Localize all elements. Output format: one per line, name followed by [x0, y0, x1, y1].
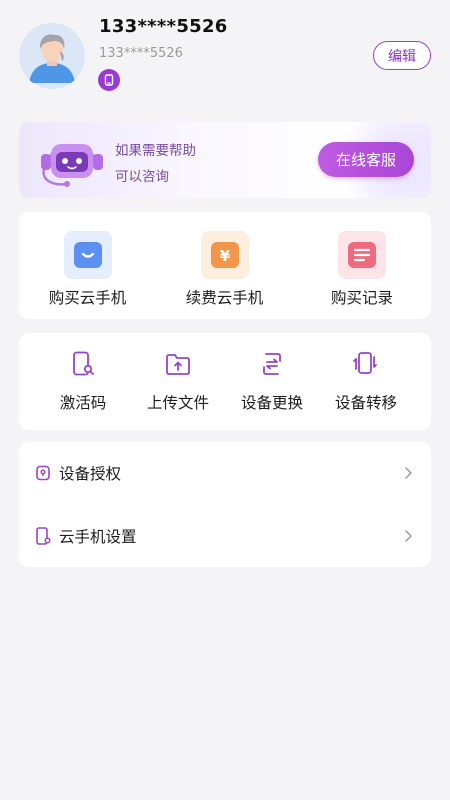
account-id: 133****5526 [99, 46, 183, 61]
device-badge [98, 69, 120, 91]
profile-header: 133****5526 133****5526 编辑 [0, 0, 450, 110]
renew-cloud-phone-label: 续费云手机 [185, 289, 264, 307]
buy-cloud-phone-label: 购买云手机 [48, 289, 127, 307]
upload-folder-icon [164, 350, 192, 378]
activation-code-icon [69, 350, 97, 378]
renew-cloud-phone-item[interactable]: ¥ 续费云手机 [156, 212, 293, 319]
username: 133****5526 [99, 16, 228, 37]
device-replace-item[interactable]: 设备更换 [227, 333, 317, 430]
svg-text:¥: ¥ [219, 247, 230, 265]
online-service-card: 如果需要帮助 可以咨询 在线客服 [19, 122, 431, 198]
cloud-phone-settings-row[interactable]: 云手机设置 [19, 505, 431, 567]
phone-settings-icon [34, 527, 52, 545]
purchase-records-item[interactable]: 购买记录 [293, 212, 431, 319]
online-service-button[interactable]: 在线客服 [318, 142, 414, 177]
transfer-icon [352, 350, 380, 378]
bag-icon [63, 231, 112, 279]
edit-button[interactable]: 编辑 [373, 41, 431, 70]
chevron-right-icon [405, 530, 412, 542]
settings-list: 设备授权 云手机设置 [19, 442, 431, 567]
device-authorization-label: 设备授权 [59, 465, 122, 483]
device-transfer-item[interactable]: 设备转移 [321, 333, 411, 430]
upload-file-label: 上传文件 [146, 394, 209, 412]
device-authorization-row[interactable]: 设备授权 [19, 442, 431, 504]
upload-file-item[interactable]: 上传文件 [133, 333, 223, 430]
activation-code-label: 激活码 [59, 394, 107, 412]
avatar[interactable] [19, 23, 85, 89]
list-icon [338, 231, 386, 279]
device-replace-label: 设备更换 [240, 394, 303, 412]
activation-code-item[interactable]: 激活码 [38, 333, 128, 430]
chevron-right-icon [405, 467, 412, 479]
yen-icon: ¥ [200, 231, 249, 279]
functions-card: 激活码 上传文件 设备更换 设备转移 [19, 333, 431, 430]
robot-assistant-icon [41, 144, 103, 187]
purchase-records-label: 购买记录 [330, 289, 393, 307]
avatar-person-icon [19, 23, 85, 89]
consult-prompt: 可以咨询 [115, 169, 169, 185]
purchase-card: 购买云手机 ¥ 续费云手机 购买记录 [19, 212, 431, 319]
buy-cloud-phone-item[interactable]: 购买云手机 [19, 212, 156, 319]
help-prompt: 如果需要帮助 [115, 143, 196, 159]
lock-icon [34, 464, 52, 482]
cloud-phone-settings-label: 云手机设置 [59, 528, 137, 546]
phone-icon [104, 74, 114, 86]
device-transfer-label: 设备转移 [334, 394, 397, 412]
swap-icon [258, 350, 286, 378]
